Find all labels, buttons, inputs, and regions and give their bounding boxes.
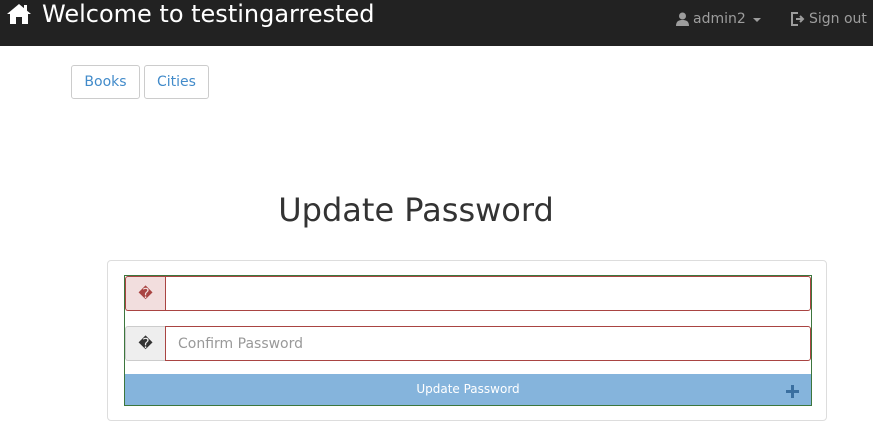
update-password-form: � � Update Password <box>124 275 812 406</box>
update-password-panel: � � Update Password <box>107 260 827 421</box>
user-menu-dropdown[interactable]: admin2 <box>676 9 761 29</box>
update-password-button-label: Update Password <box>416 382 520 396</box>
confirm-password-field-group: � <box>125 326 811 361</box>
password-field-group: � <box>125 276 811 311</box>
user-name: admin2 <box>693 11 746 27</box>
brand-title: Welcome to testingarrested <box>42 0 375 28</box>
password-addon-icon: � <box>125 276 165 311</box>
page-title: Update Password <box>278 191 554 229</box>
update-password-button[interactable]: Update Password <box>125 374 811 405</box>
sign-out-icon <box>791 12 805 26</box>
home-icon <box>7 4 31 24</box>
top-navbar: Welcome to testingarrested admin2 Sign o… <box>0 0 873 46</box>
confirm-password-addon-icon: � <box>125 326 165 361</box>
sign-out-label: Sign out <box>809 11 867 27</box>
cities-button[interactable]: Cities <box>144 65 209 99</box>
books-button[interactable]: Books <box>71 65 140 99</box>
brand-link[interactable]: Welcome to testingarrested <box>6 0 375 28</box>
caret-down-icon <box>752 18 761 22</box>
sign-out-link[interactable]: Sign out <box>790 9 867 29</box>
password-input[interactable] <box>165 276 811 311</box>
plus-icon <box>786 385 799 398</box>
user-icon <box>676 12 689 26</box>
confirm-password-input[interactable] <box>165 326 811 361</box>
